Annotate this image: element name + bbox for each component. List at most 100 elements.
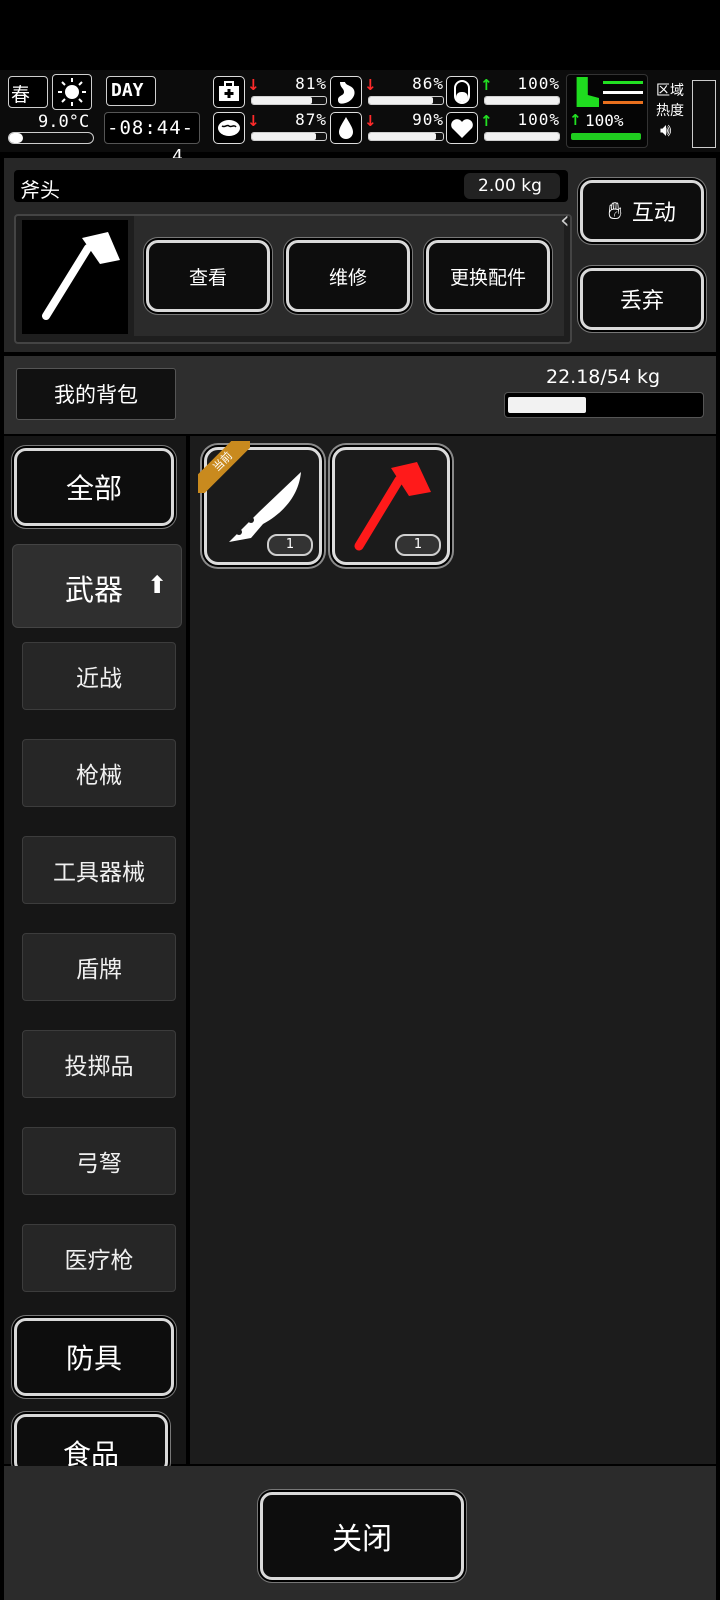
hand-axe-icon: ✋︎ bbox=[608, 197, 622, 225]
current-badge: 当前 bbox=[198, 441, 250, 493]
stat-bar bbox=[484, 96, 560, 105]
trend-up-icon: ↑ bbox=[480, 76, 493, 94]
subcategory-label: 投掷品 bbox=[64, 1054, 134, 1080]
heart-icon bbox=[446, 112, 478, 144]
stat-thirst: ↓ 90% bbox=[330, 110, 444, 144]
view-label: 查看 bbox=[188, 266, 227, 289]
zone-heat-label-2: 热度 bbox=[656, 103, 684, 119]
category-armor[interactable]: 防具 bbox=[14, 1318, 174, 1396]
subcategory-item[interactable]: 投掷品 bbox=[22, 1030, 176, 1098]
subcategory-item[interactable]: 医疗枪 bbox=[22, 1224, 176, 1292]
capacity-bar bbox=[504, 392, 704, 418]
leg-icon bbox=[576, 77, 599, 107]
temperature-value: 9.0°C bbox=[38, 112, 90, 132]
subcategory-item[interactable]: 工具器械 bbox=[22, 836, 176, 904]
item-weight: 2.00 kg bbox=[478, 176, 542, 196]
pill-icon bbox=[446, 76, 478, 108]
thermometer: 9.0°C bbox=[6, 112, 94, 144]
medkit-icon bbox=[213, 76, 245, 108]
leg-value: 100% bbox=[585, 111, 624, 130]
stat-value: 100% bbox=[517, 110, 560, 129]
trend-down-icon: ↓ bbox=[247, 76, 260, 94]
backpack-title: 我的背包 bbox=[54, 383, 138, 407]
backpack-title-box: 我的背包 bbox=[16, 368, 176, 420]
trend-up-icon: ↑ bbox=[569, 111, 582, 129]
stat-heart: ↑ 100% bbox=[446, 110, 560, 144]
axe-icon bbox=[42, 232, 120, 320]
season-box: 春 bbox=[8, 76, 48, 108]
category-all-label: 全部 bbox=[65, 472, 122, 505]
current-badge-label: 当前 bbox=[210, 449, 236, 475]
status-hud: 春 9.0°C DAY 4 -08:44- ↓ 81% ↓ 86% ↑ 100% bbox=[0, 70, 720, 167]
speaker-icon[interactable]: 🔊︎ bbox=[660, 120, 671, 141]
item-preview bbox=[22, 220, 128, 334]
clock-time: -08:44- bbox=[107, 117, 195, 139]
trend-up-icon: ↑ bbox=[480, 112, 493, 130]
repair-label: 维修 bbox=[328, 266, 367, 289]
subcategory-item[interactable]: 枪械 bbox=[22, 739, 176, 807]
arrow-up-icon: ⬆︎ bbox=[147, 571, 168, 599]
subcategory-label: 枪械 bbox=[76, 763, 122, 789]
thermometer-icon bbox=[8, 132, 94, 144]
clock-box: -08:44- bbox=[104, 112, 200, 144]
subcategory-label: 弓弩 bbox=[76, 1151, 122, 1177]
stat-value: 81% bbox=[295, 74, 327, 93]
subcategory-item[interactable]: 近战 bbox=[22, 642, 176, 710]
item-slot-axe[interactable]: 1 bbox=[332, 447, 450, 565]
category-weapons[interactable]: 武器 ⬆︎ bbox=[12, 544, 182, 628]
subcategory-label: 医疗枪 bbox=[64, 1248, 134, 1274]
view-button[interactable]: 查看 bbox=[146, 240, 270, 312]
close-label: 关闭 bbox=[332, 1522, 392, 1557]
stat-value: 90% bbox=[412, 110, 444, 129]
interact-button[interactable]: ✋︎ 互动 bbox=[580, 180, 704, 242]
zone-heat: 区域 热度 🔊︎ bbox=[656, 76, 716, 148]
subcategory-item[interactable]: 盾牌 bbox=[22, 933, 176, 1001]
day-box: DAY bbox=[106, 76, 156, 106]
interact-label: 互动 bbox=[631, 201, 676, 226]
subcategory-label: 近战 bbox=[76, 666, 122, 692]
subcategory-item[interactable]: 弓弩 bbox=[22, 1127, 176, 1195]
stat-mood: ↓ 87% bbox=[213, 110, 327, 144]
brain-icon bbox=[213, 112, 245, 144]
stat-health: ↓ 81% bbox=[213, 74, 327, 108]
stomach-icon bbox=[330, 76, 362, 108]
sun-icon bbox=[52, 74, 92, 110]
stat-value: 86% bbox=[412, 74, 444, 93]
discard-label: 丢弃 bbox=[619, 289, 664, 314]
trend-down-icon: ↓ bbox=[247, 112, 260, 130]
backpack-header: 我的背包 22.18/54 kg bbox=[4, 356, 716, 434]
item-count: 1 bbox=[267, 534, 313, 556]
stat-bar bbox=[251, 96, 327, 105]
category-sidebar: 全部 武器 ⬆︎ 近战枪械工具器械盾牌投掷品弓弩医疗枪 防具 食品 bbox=[4, 436, 186, 1474]
backpack-capacity: 22.18/54 kg bbox=[546, 366, 661, 388]
item-grid bbox=[190, 436, 716, 1464]
category-all[interactable]: 全部 bbox=[14, 448, 174, 526]
change-parts-label: 更换配件 bbox=[449, 266, 526, 289]
item-weight-box: 2.00 kg bbox=[464, 173, 560, 199]
subcategory-label: 盾牌 bbox=[76, 957, 122, 983]
discard-button[interactable]: 丢弃 bbox=[580, 268, 704, 330]
chevron-left-icon[interactable]: ‹ bbox=[560, 206, 570, 234]
zone-heat-label-1: 区域 bbox=[656, 83, 684, 99]
heat-meter bbox=[692, 80, 716, 148]
action-tray: 查看 维修 更换配件 bbox=[134, 216, 564, 336]
category-armor-label: 防具 bbox=[65, 1342, 122, 1375]
change-parts-button[interactable]: 更换配件 bbox=[426, 240, 550, 312]
stat-stamina: ↑ 100% bbox=[446, 74, 560, 108]
stat-value: 87% bbox=[295, 110, 327, 129]
stat-bar bbox=[251, 132, 327, 141]
item-detail-box: 查看 维修 更换配件 bbox=[14, 214, 572, 344]
stat-bar bbox=[368, 132, 444, 141]
close-button[interactable]: 关闭 bbox=[260, 1492, 464, 1580]
repair-button[interactable]: 维修 bbox=[286, 240, 410, 312]
item-name: 斧头 bbox=[20, 178, 60, 202]
selected-item-panel: 斧头 2.00 kg 查看 维修 更换配件 ‹ ✋︎ 互动 丢弃 bbox=[4, 158, 716, 352]
stat-bar bbox=[484, 132, 560, 141]
stat-bar bbox=[368, 96, 444, 105]
subcategory-label: 工具器械 bbox=[53, 860, 145, 886]
day-label: DAY bbox=[111, 80, 144, 101]
leg-status: ↑ 100% bbox=[566, 74, 648, 148]
stat-value: 100% bbox=[517, 74, 560, 93]
trend-down-icon: ↓ bbox=[364, 112, 377, 130]
category-food[interactable]: 食品 bbox=[14, 1414, 168, 1474]
